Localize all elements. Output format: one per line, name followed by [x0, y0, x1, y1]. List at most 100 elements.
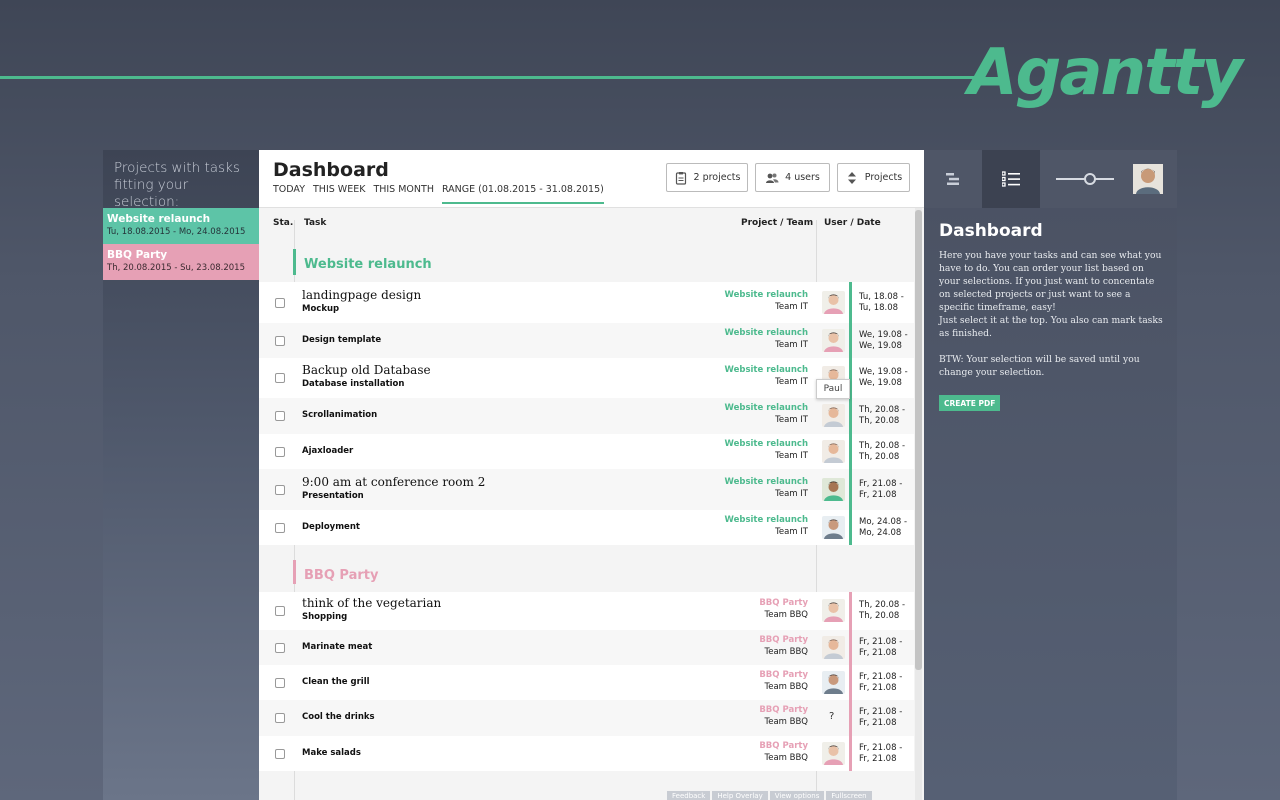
task-project[interactable]: BBQ Party — [759, 598, 808, 608]
task-row[interactable]: 9:00 am at conference room 2 Presentation… — [259, 469, 914, 510]
filter-this-month[interactable]: THIS MONTH — [373, 184, 434, 204]
task-project[interactable]: Website relaunch — [725, 290, 808, 300]
task-project[interactable]: Website relaunch — [725, 403, 808, 413]
user-avatar[interactable] — [822, 291, 845, 314]
user-avatar[interactable] — [822, 742, 845, 765]
date-color-bar — [849, 736, 852, 771]
feedback-link[interactable]: Feedback — [667, 791, 711, 800]
filter-today[interactable]: TODAY — [273, 184, 305, 204]
col-task[interactable]: Task — [304, 218, 326, 228]
date-color-bar — [849, 510, 852, 545]
task-team: Team BBQ — [764, 682, 808, 692]
date-color-bar — [849, 434, 852, 469]
task-name: Clean the grill — [302, 677, 370, 687]
task-checkbox[interactable] — [275, 485, 285, 495]
task-checkbox[interactable] — [275, 447, 285, 457]
task-team: Team BBQ — [764, 647, 808, 657]
task-row[interactable]: Make salads BBQ Party Team BBQ Fr, 21.08 -F… — [259, 736, 914, 771]
user-avatar[interactable] — [822, 636, 845, 659]
create-pdf-button[interactable]: CREATE PDF — [939, 395, 1001, 411]
current-user-avatar[interactable] — [1133, 164, 1163, 194]
task-checkbox[interactable] — [275, 678, 285, 688]
start-date: We, 19.08 - — [859, 330, 908, 340]
project-name: Website relaunch — [107, 213, 211, 225]
zoom-slider-knob[interactable] — [1084, 173, 1096, 185]
view-options-link[interactable]: View options — [769, 791, 825, 800]
task-project[interactable]: BBQ Party — [759, 741, 808, 751]
task-dates: Th, 20.08 - Th, 20.08 — [859, 441, 905, 462]
gantt-view-tab[interactable] — [924, 150, 982, 208]
task-dates: We, 19.08 - We, 19.08 — [859, 330, 908, 351]
task-checkbox[interactable] — [275, 373, 285, 383]
task-row[interactable]: landingpage design Mockup Website relaunch… — [259, 282, 914, 323]
help-overlay-link[interactable]: Help Overlay — [712, 791, 768, 800]
footer-links: Feedback Help Overlay View options Fulls… — [667, 791, 872, 800]
list-icon — [1002, 171, 1020, 187]
end-date: Fr, 21.08 — [859, 682, 897, 693]
user-avatar[interactable] — [822, 516, 845, 539]
task-checkbox[interactable] — [275, 298, 285, 308]
user-avatar[interactable] — [822, 404, 845, 427]
end-date: Th, 20.08 — [859, 451, 900, 462]
task-subtitle: Database installation — [302, 379, 405, 389]
date-color-bar — [849, 282, 852, 323]
task-project[interactable]: Website relaunch — [725, 365, 808, 375]
task-team: Team IT — [775, 302, 808, 312]
sidebar-project-bbq-party[interactable]: BBQ Party Th, 20.08.2015 - Su, 23.08.201… — [103, 244, 259, 280]
task-checkbox[interactable] — [275, 606, 285, 616]
sidebar-project-website-relaunch[interactable]: Website relaunch Tu, 18.08.2015 - Mo, 24… — [103, 208, 259, 244]
task-checkbox[interactable] — [275, 713, 285, 723]
task-project[interactable]: BBQ Party — [759, 635, 808, 645]
fullscreen-link[interactable]: Fullscreen — [826, 791, 872, 800]
task-name: Deployment — [302, 522, 360, 532]
user-avatar[interactable] — [822, 440, 845, 463]
time-filters: TODAY THIS WEEK THIS MONTH RANGE (01.08.… — [273, 184, 612, 204]
projects-filter-button[interactable]: 2 projects — [666, 163, 748, 192]
task-checkbox[interactable] — [275, 336, 285, 346]
col-user-date[interactable]: User / Date — [824, 218, 881, 228]
unassigned-user-icon[interactable]: ? — [829, 711, 834, 722]
filter-range[interactable]: RANGE (01.08.2015 - 31.08.2015) — [441, 184, 604, 204]
task-project[interactable]: BBQ Party — [759, 670, 808, 680]
task-row[interactable]: think of the vegetarian Shopping BBQ Party… — [259, 592, 914, 630]
start-date: Th, 20.08 - — [859, 405, 906, 415]
users-filter-label: 4 users — [785, 172, 820, 183]
task-row[interactable]: Marinate meat BBQ Party Team BBQ Fr, 21.08 … — [259, 630, 914, 665]
col-project[interactable]: Project / Team — [741, 218, 813, 228]
user-avatar[interactable] — [822, 478, 845, 501]
sidebar-title: Projects with tasks fitting your selecti… — [114, 160, 240, 210]
end-date: Th, 20.08 — [859, 610, 900, 621]
task-checkbox[interactable] — [275, 523, 285, 533]
task-project[interactable]: Website relaunch — [725, 439, 808, 449]
task-row[interactable]: Ajaxloader Website relaunch Team IT Th, 20.… — [259, 434, 914, 469]
task-row[interactable]: Cool the drinks BBQ Party Team BBQ? Fr, 21.… — [259, 700, 914, 736]
start-date: Fr, 21.08 - — [859, 672, 903, 682]
user-avatar[interactable] — [822, 671, 845, 694]
task-title: think of the vegetarian — [302, 596, 442, 610]
help-paragraph: Just select it at the top. You also can … — [939, 315, 1163, 339]
task-project[interactable]: BBQ Party — [759, 705, 808, 715]
user-avatar[interactable] — [822, 329, 845, 352]
task-row[interactable]: Deployment Website relaunch Team IT Mo, 24.… — [259, 510, 914, 545]
date-color-bar — [849, 592, 852, 630]
user-avatar[interactable] — [822, 599, 845, 622]
list-view-tab[interactable] — [982, 150, 1040, 208]
task-row[interactable]: Design template Website relaunch Team IT We… — [259, 323, 914, 358]
dashboard-main: Dashboard TODAY THIS WEEK THIS MONTH RAN… — [259, 150, 924, 800]
col-status[interactable]: Sta. — [273, 218, 293, 228]
sort-button[interactable]: Projects — [837, 163, 910, 192]
scrollbar[interactable] — [915, 210, 922, 670]
start-date: Mo, 24.08 - — [859, 517, 908, 527]
task-checkbox[interactable] — [275, 411, 285, 421]
task-project[interactable]: Website relaunch — [725, 328, 808, 338]
task-row[interactable]: Clean the grill BBQ Party Team BBQ Fr, 21.0… — [259, 665, 914, 700]
task-checkbox[interactable] — [275, 749, 285, 759]
filter-this-week[interactable]: THIS WEEK — [313, 184, 365, 204]
task-checkbox[interactable] — [275, 643, 285, 653]
task-project[interactable]: Website relaunch — [725, 515, 808, 525]
clipboard-icon — [675, 171, 686, 185]
task-row[interactable]: Scrollanimation Website relaunch Team IT Th… — [259, 398, 914, 434]
project-name: BBQ Party — [107, 249, 168, 261]
task-project[interactable]: Website relaunch — [725, 477, 808, 487]
users-filter-button[interactable]: 4 users — [755, 163, 830, 192]
